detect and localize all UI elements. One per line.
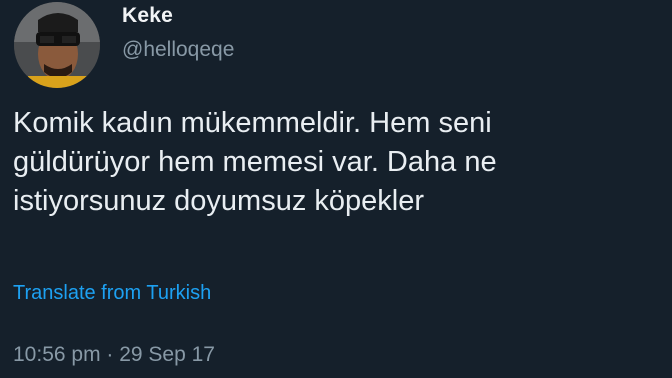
author-name[interactable]: Keke [122,4,173,28]
avatar[interactable] [14,2,100,88]
tweet-text: Komik kadın mükemmeldir. Hem seni güldür… [13,107,497,217]
tweet-card: Keke @helloqeqe Komik kadın mükemmeldir.… [0,0,672,378]
avatar-image [14,2,100,88]
author-handle[interactable]: @helloqeqe [122,38,234,62]
translate-link[interactable]: Translate from Turkish [13,282,211,305]
tweet-timestamp[interactable]: 10:56 pm · 29 Sep 17 [13,343,215,367]
